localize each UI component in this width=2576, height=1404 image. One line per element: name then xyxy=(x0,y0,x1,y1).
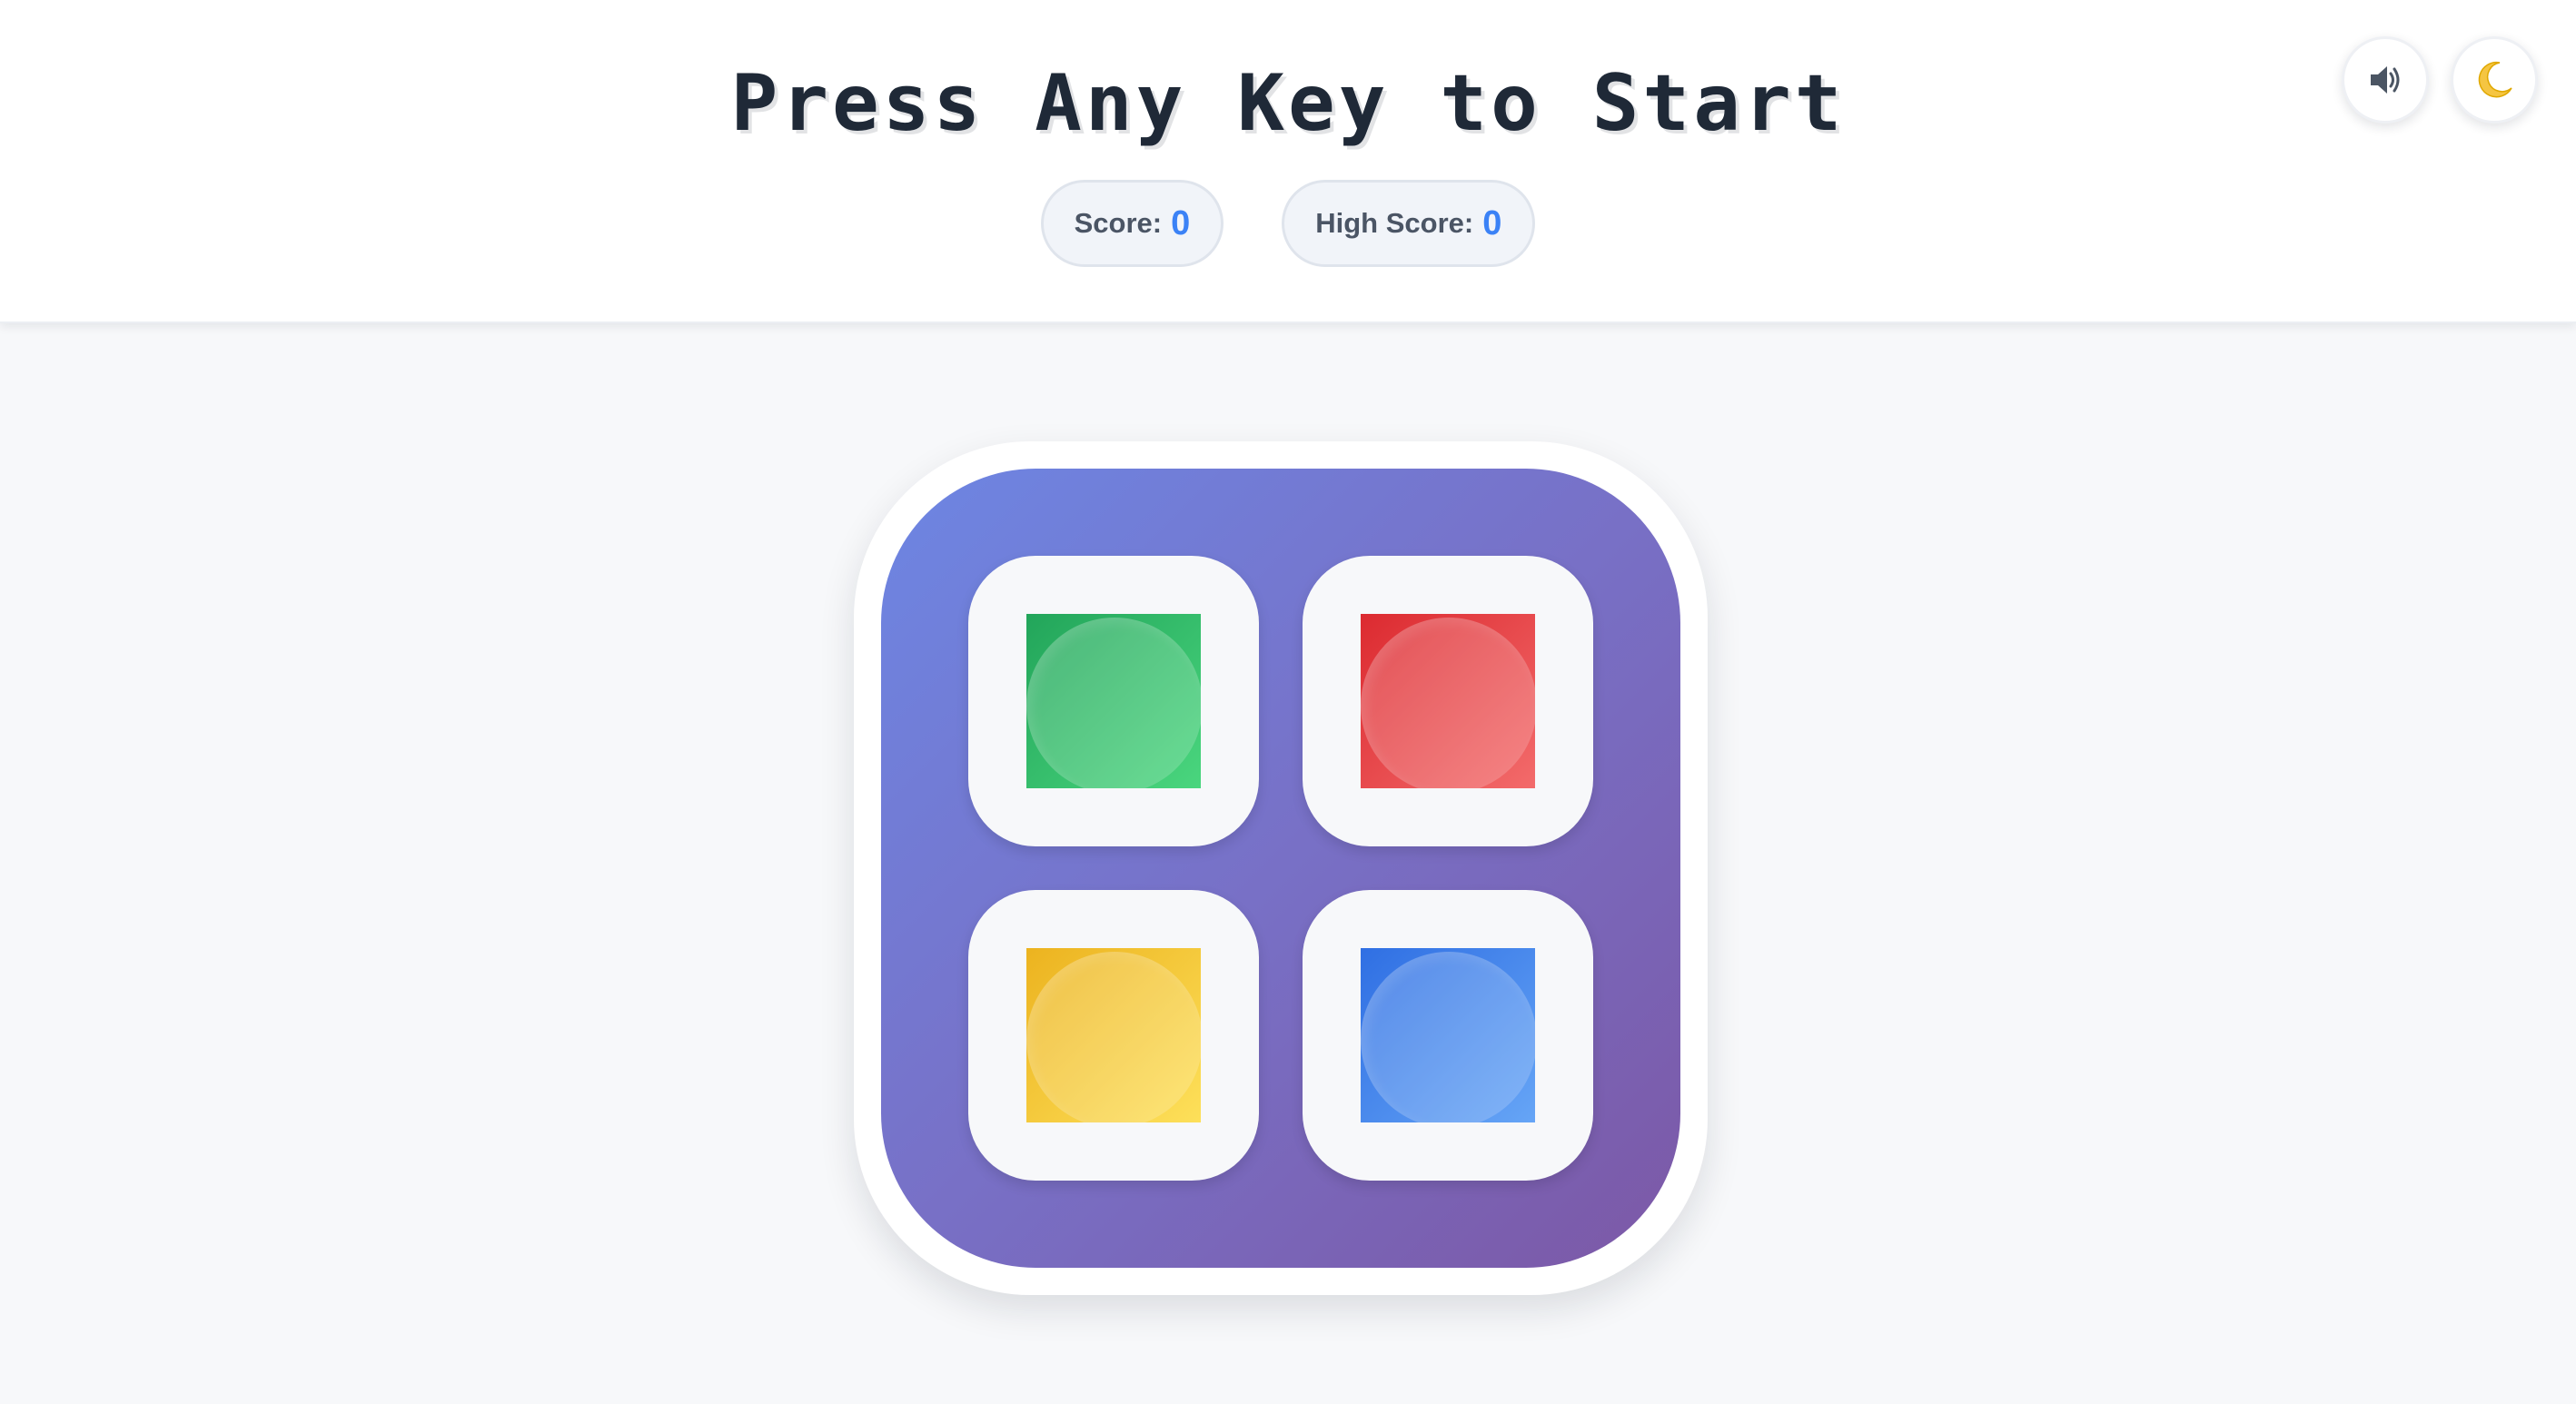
game-board-frame xyxy=(854,441,1708,1295)
score-label: Score: xyxy=(1074,207,1163,239)
yellow-pad-button[interactable] xyxy=(968,890,1259,1181)
red-pad-shine xyxy=(1361,618,1535,788)
high-score-label: High Score: xyxy=(1315,207,1474,239)
score-badge: Score: 0 xyxy=(1040,180,1224,267)
red-pad[interactable] xyxy=(1361,614,1535,788)
moon-icon xyxy=(2478,61,2512,98)
green-pad-shine xyxy=(1026,618,1201,788)
score-row: Score: 0 High Score: 0 xyxy=(0,180,2576,267)
blue-pad-button[interactable] xyxy=(1303,890,1593,1181)
header-bar: Press Any Key to Start Score: 0 High Sco… xyxy=(0,0,2576,323)
high-score-badge: High Score: 0 xyxy=(1282,180,1536,267)
game-title: Press Any Key to Start xyxy=(730,58,1846,149)
blue-pad-shine xyxy=(1361,952,1535,1122)
yellow-pad[interactable] xyxy=(1026,948,1201,1122)
green-pad-button[interactable] xyxy=(968,556,1259,846)
yellow-pad-shine xyxy=(1026,952,1201,1122)
high-score-value: 0 xyxy=(1482,203,1502,242)
game-board xyxy=(881,469,1680,1268)
speaker-icon xyxy=(2371,66,2400,94)
blue-pad[interactable] xyxy=(1361,948,1535,1122)
theme-toggle-button[interactable] xyxy=(2451,36,2538,124)
score-value: 0 xyxy=(1171,203,1191,242)
green-pad[interactable] xyxy=(1026,614,1201,788)
red-pad-button[interactable] xyxy=(1303,556,1593,846)
sound-toggle-button[interactable] xyxy=(2342,36,2429,124)
